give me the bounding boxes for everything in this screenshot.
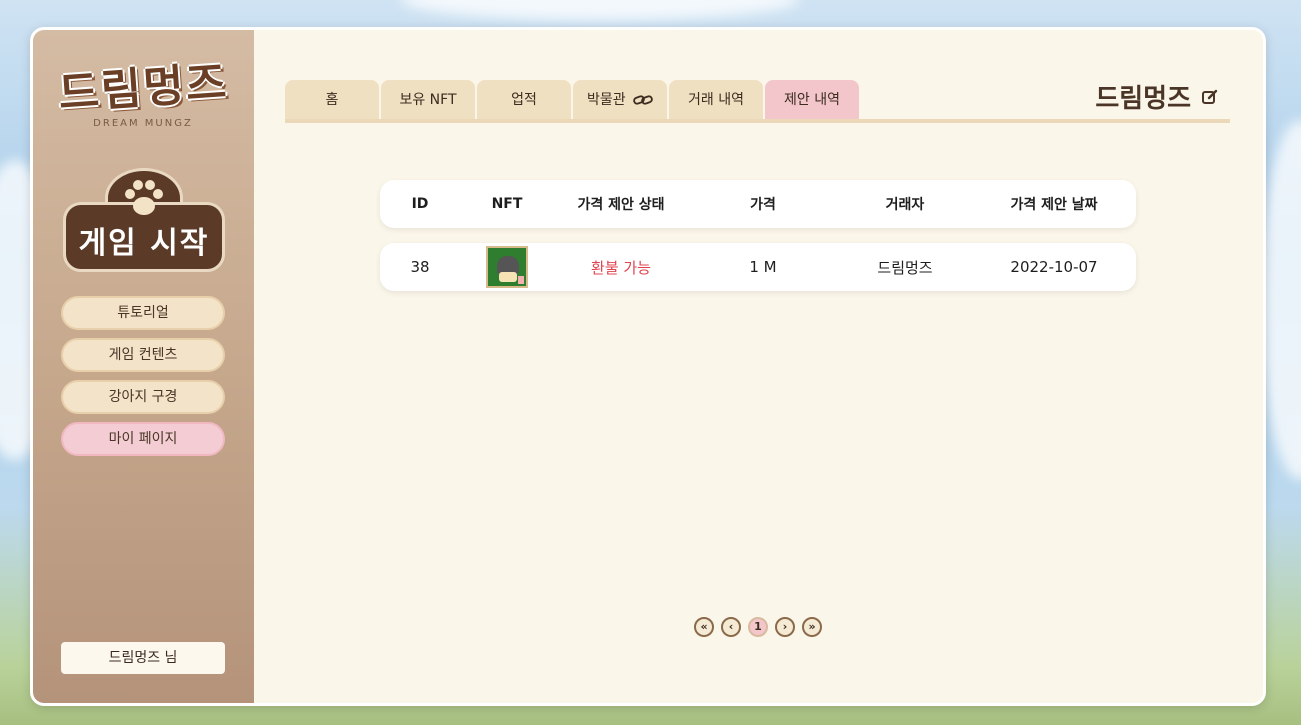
prev-page-button[interactable]: ‹ [721, 617, 741, 637]
dog-shirt [499, 272, 517, 282]
header-trader: 거래자 [885, 197, 925, 213]
table-header: ID NFT 가격 제안 상태 가격 거래자 가격 제안 날짜 [380, 180, 1136, 228]
tab-trade-history[interactable]: 거래 내역 [669, 80, 763, 120]
logo-title: 드림멍즈 [56, 57, 230, 120]
main-content: 홈 보유 NFT 업적 박물관 거래 내역 제안 내역 드림멍즈 ID NFT … [254, 30, 1263, 703]
tab-offer-history[interactable]: 제안 내역 [765, 80, 859, 120]
page-1-button[interactable]: 1 [748, 617, 768, 637]
side-item-game-contents[interactable]: 게임 컨텐츠 [61, 338, 225, 372]
thumb-corner [518, 276, 524, 284]
tab-owned-nft[interactable]: 보유 NFT [381, 80, 475, 120]
link-icon [633, 95, 653, 105]
header-status: 가격 제안 상태 [577, 197, 665, 213]
cell-nft [460, 246, 554, 288]
paw-icon [125, 180, 163, 215]
next-page-button[interactable]: › [775, 617, 795, 637]
header-id: ID [411, 196, 429, 212]
tab-home[interactable]: 홈 [285, 80, 379, 120]
cell-id: 38 [410, 258, 430, 276]
tab-museum[interactable]: 박물관 [573, 80, 667, 120]
edit-icon[interactable] [1201, 88, 1219, 106]
brand-header: 드림멍즈 [1095, 78, 1219, 115]
logo-subtitle: DREAM MUNGZ [93, 118, 193, 129]
header-price: 가격 [750, 197, 776, 213]
pagination: « ‹ 1 › » [694, 617, 822, 637]
tab-bar: 홈 보유 NFT 업적 박물관 거래 내역 제안 내역 [285, 80, 861, 120]
nft-thumbnail[interactable] [486, 246, 528, 288]
side-item-dog-gallery[interactable]: 강아지 구경 [61, 380, 225, 414]
brand-name: 드림멍즈 [1095, 84, 1191, 114]
tab-underline [285, 119, 1230, 123]
game-start-label: 게임 시작 [78, 226, 210, 261]
header-date: 가격 제안 날짜 [1010, 197, 1098, 213]
offer-table: ID NFT 가격 제안 상태 가격 거래자 가격 제안 날짜 38 환불 가능… [380, 180, 1136, 291]
last-page-button[interactable]: » [802, 617, 822, 637]
sidebar: 드림멍즈 DREAM MUNGZ 게임 시작 튜토리얼 게임 컨텐츠 강아지 구… [33, 30, 254, 703]
first-page-button[interactable]: « [694, 617, 714, 637]
cell-date: 2022-10-07 [1010, 258, 1098, 276]
cell-status: 환불 가능 [591, 258, 651, 277]
side-menu: 튜토리얼 게임 컨텐츠 강아지 구경 마이 페이지 [61, 296, 227, 464]
user-name-badge[interactable]: 드림멍즈 님 [61, 642, 225, 674]
table-row[interactable]: 38 환불 가능 1 M 드림멍즈 2022-10-07 [380, 243, 1136, 291]
tab-museum-label: 박물관 [586, 92, 626, 108]
cell-trader: 드림멍즈 [877, 258, 933, 277]
side-item-tutorial[interactable]: 튜토리얼 [61, 296, 225, 330]
app-window: 드림멍즈 DREAM MUNGZ 게임 시작 튜토리얼 게임 컨텐츠 강아지 구… [30, 27, 1266, 706]
cell-price: 1 M [749, 258, 777, 276]
logo[interactable]: 드림멍즈 DREAM MUNGZ [45, 52, 241, 134]
header-nft: NFT [491, 196, 523, 212]
game-start-button[interactable]: 게임 시작 [63, 168, 225, 272]
side-item-my-page[interactable]: 마이 페이지 [61, 422, 225, 456]
tab-achievements[interactable]: 업적 [477, 80, 571, 120]
